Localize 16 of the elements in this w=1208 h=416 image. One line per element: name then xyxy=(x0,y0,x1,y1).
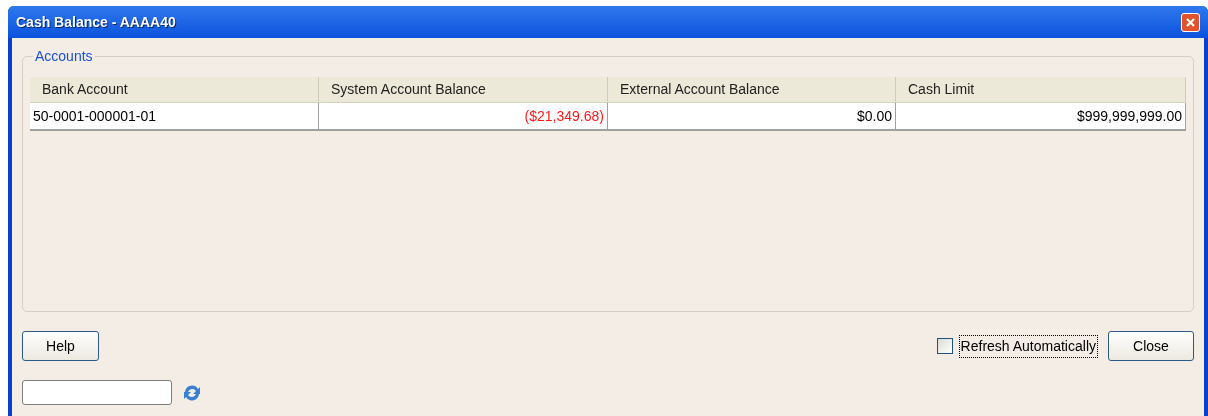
column-header[interactable]: External Account Balance xyxy=(608,77,896,102)
table-cell: ($21,349.68) xyxy=(319,103,608,129)
table-cell: $999,999,999.00 xyxy=(896,103,1186,129)
column-header[interactable]: Bank Account xyxy=(30,77,319,102)
table-cell: $0.00 xyxy=(608,103,896,129)
window-title: Cash Balance - AAAA40 xyxy=(16,12,176,32)
close-icon[interactable] xyxy=(1181,12,1200,32)
table-cell: 50-0001-000001-01 xyxy=(30,103,319,129)
checkbox-label[interactable]: Refresh Automatically xyxy=(958,334,1098,358)
help-button[interactable]: Help xyxy=(22,331,99,361)
input-field[interactable] xyxy=(22,380,172,405)
refresh-checkbox[interactable] xyxy=(936,338,953,354)
column-header[interactable]: System Account Balance xyxy=(319,77,608,102)
column-header[interactable]: Cash Limit xyxy=(896,77,1186,102)
close-button[interactable]: Close xyxy=(1108,331,1194,361)
group-title: Accounts xyxy=(33,48,95,64)
